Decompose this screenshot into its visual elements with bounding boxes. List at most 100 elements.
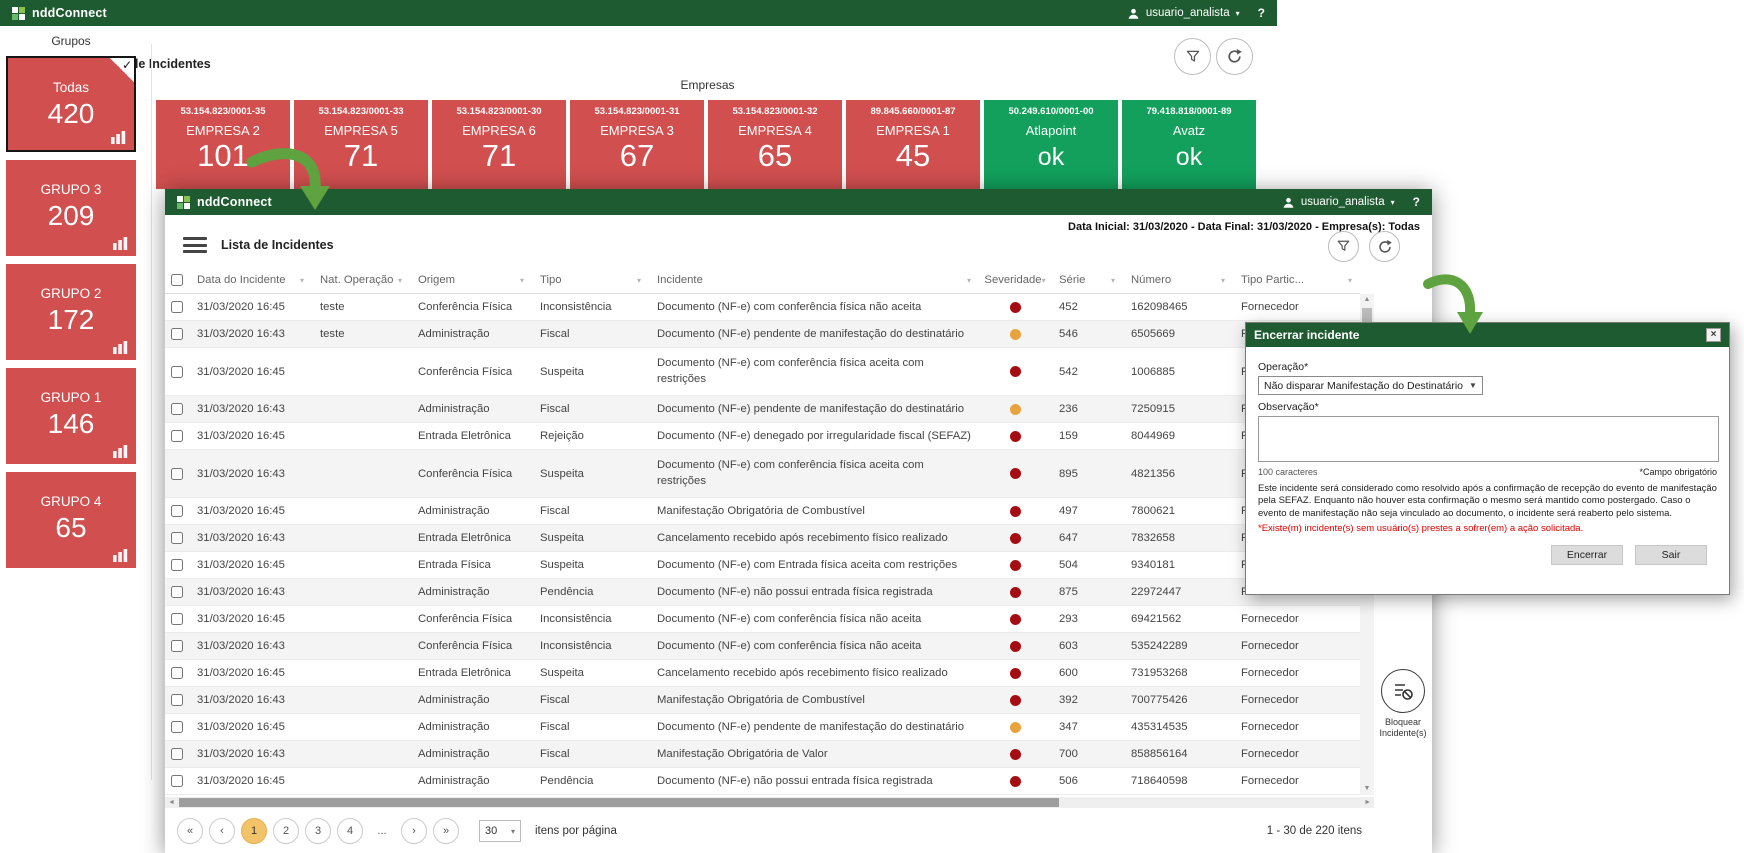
row-checkbox[interactable]: [171, 430, 183, 442]
cell-origem: Administração: [410, 741, 532, 767]
cell-incidente: Cancelamento recebido após recebimento f…: [649, 660, 979, 686]
table-row[interactable]: 31/03/2020 16:43AdministraçãoPendênciaDo…: [165, 579, 1360, 606]
scroll-down-icon[interactable]: ▼: [1360, 783, 1374, 795]
company-card-empresa-4[interactable]: 53.154.823/0001-32EMPRESA 465: [708, 100, 842, 189]
menu-hamburger-icon[interactable]: [183, 237, 207, 253]
company-card-atlapoint[interactable]: 50.249.610/0001-00Atlapointok: [984, 100, 1118, 189]
row-checkbox[interactable]: [171, 613, 183, 625]
bloquear-incidentes-button[interactable]: [1381, 669, 1425, 713]
user-menu[interactable]: usuario_analista ▾ ?: [1282, 195, 1420, 209]
help-button[interactable]: ?: [1413, 195, 1420, 209]
column-header-s-rie[interactable]: Série▾: [1051, 267, 1123, 293]
table-row[interactable]: 31/03/2020 16:45Conferência FísicaSuspei…: [165, 348, 1360, 396]
row-checkbox[interactable]: [171, 586, 183, 598]
table-row[interactable]: 31/03/2020 16:45AdministraçãoPendênciaDo…: [165, 768, 1360, 795]
modal-body: Operação* Não disparar Manifestação do D…: [1246, 347, 1729, 575]
page-button-3[interactable]: 3: [305, 818, 331, 844]
company-card-empresa-3[interactable]: 53.154.823/0001-31EMPRESA 367: [570, 100, 704, 189]
table-row[interactable]: 31/03/2020 16:45Entrada FísicaSuspeitaDo…: [165, 552, 1360, 579]
page-last-button[interactable]: »: [433, 818, 459, 844]
filter-button[interactable]: [1328, 231, 1359, 262]
row-checkbox[interactable]: [171, 667, 183, 679]
table-row[interactable]: 31/03/2020 16:45Conferência FísicaIncons…: [165, 606, 1360, 633]
group-card-grupo-4[interactable]: GRUPO 465: [6, 472, 136, 568]
cell-serie: 159: [1051, 423, 1123, 449]
refresh-button[interactable]: [1369, 231, 1400, 262]
row-checkbox[interactable]: [171, 694, 183, 706]
page-size-select[interactable]: 30 ▾: [479, 820, 521, 842]
help-button[interactable]: ?: [1258, 6, 1265, 20]
group-card-grupo-3[interactable]: GRUPO 3209: [6, 160, 136, 256]
user-menu[interactable]: usuario_analista ▾ ?: [1127, 6, 1265, 20]
company-card-empresa-2[interactable]: 53.154.823/0001-35EMPRESA 2101: [156, 100, 290, 189]
table-row[interactable]: 31/03/2020 16:43testeAdministraçãoFiscal…: [165, 321, 1360, 348]
operacao-select[interactable]: Não disparar Manifestação do Destinatári…: [1258, 376, 1483, 395]
column-header-origem[interactable]: Origem▾: [410, 267, 532, 293]
row-checkbox[interactable]: [171, 505, 183, 517]
row-checkbox[interactable]: [171, 532, 183, 544]
table-row[interactable]: 31/03/2020 16:43AdministraçãoFiscalManif…: [165, 741, 1360, 768]
cell-severidade: [979, 423, 1051, 449]
row-checkbox[interactable]: [171, 328, 183, 340]
page-first-button[interactable]: «: [177, 818, 203, 844]
cell-nat-operacao: [312, 450, 410, 497]
cell-numero: 9340181: [1123, 552, 1233, 578]
filter-button[interactable]: [1174, 38, 1211, 75]
cell-tipo: Suspeita: [532, 660, 649, 686]
page-next-button[interactable]: ›: [401, 818, 427, 844]
page-ellipsis[interactable]: ...: [369, 818, 395, 844]
select-all-checkbox[interactable]: [171, 274, 183, 286]
horizontal-scroll-thumb[interactable]: [179, 798, 1059, 807]
column-header-n-mero[interactable]: Número▾: [1123, 267, 1233, 293]
company-card-avatz[interactable]: 79.418.818/0001-89Avatzok: [1122, 100, 1256, 189]
cell-tipo-partic: Fornecedor: [1233, 768, 1360, 794]
column-header-nat-opera-o[interactable]: Nat. Operação▾: [312, 267, 410, 293]
row-checkbox[interactable]: [171, 748, 183, 760]
row-select-cell: [165, 606, 189, 632]
company-card-empresa-5[interactable]: 53.154.823/0001-33EMPRESA 571: [294, 100, 428, 189]
group-card-todas[interactable]: Todas420✓: [6, 56, 136, 152]
group-card-grupo-2[interactable]: GRUPO 2172: [6, 264, 136, 360]
modal-encerrar-button[interactable]: Encerrar: [1551, 545, 1623, 565]
table-row[interactable]: 31/03/2020 16:43Conferência FísicaSuspei…: [165, 450, 1360, 498]
row-checkbox[interactable]: [171, 559, 183, 571]
page-prev-button[interactable]: ‹: [209, 818, 235, 844]
row-checkbox[interactable]: [171, 721, 183, 733]
scroll-up-icon[interactable]: ▲: [1360, 294, 1374, 306]
group-card-grupo-1[interactable]: GRUPO 1146: [6, 368, 136, 464]
table-row[interactable]: 31/03/2020 16:45AdministraçãoFiscalManif…: [165, 498, 1360, 525]
close-icon[interactable]: ×: [1706, 328, 1721, 342]
row-checkbox[interactable]: [171, 640, 183, 652]
company-card-empresa-1[interactable]: 89.845.660/0001-87EMPRESA 145: [846, 100, 980, 189]
table-row[interactable]: 31/03/2020 16:43Conferência FísicaIncons…: [165, 633, 1360, 660]
refresh-button[interactable]: [1216, 38, 1253, 75]
row-checkbox[interactable]: [171, 403, 183, 415]
incident-text: Manifestação Obrigatória de Valor: [657, 748, 828, 760]
column-header-data-do-incidente[interactable]: Data do Incidente▾: [189, 267, 312, 293]
observacao-textarea[interactable]: [1258, 416, 1719, 462]
row-checkbox[interactable]: [171, 775, 183, 787]
table-row[interactable]: 31/03/2020 16:45Entrada EletrônicaSuspei…: [165, 660, 1360, 687]
horizontal-scrollbar[interactable]: ◄ ►: [165, 797, 1374, 808]
row-checkbox[interactable]: [171, 468, 183, 480]
scroll-right-icon[interactable]: ►: [1364, 797, 1371, 808]
table-row[interactable]: 31/03/2020 16:45Entrada EletrônicaRejeiç…: [165, 423, 1360, 450]
table-row[interactable]: 31/03/2020 16:43AdministraçãoFiscalManif…: [165, 687, 1360, 714]
page-button-4[interactable]: 4: [337, 818, 363, 844]
table-row[interactable]: 31/03/2020 16:45AdministraçãoFiscalDocum…: [165, 714, 1360, 741]
row-checkbox[interactable]: [171, 366, 183, 378]
company-card-empresa-6[interactable]: 53.154.823/0001-30EMPRESA 671: [432, 100, 566, 189]
table-row[interactable]: 31/03/2020 16:45testeConferência FísicaI…: [165, 294, 1360, 321]
table-row[interactable]: 31/03/2020 16:43Entrada EletrônicaSuspei…: [165, 525, 1360, 552]
column-header-incidente[interactable]: Incidente▾: [649, 267, 979, 293]
table-row[interactable]: 31/03/2020 16:43AdministraçãoFiscalDocum…: [165, 396, 1360, 423]
ndd-logo-icon: [12, 7, 25, 20]
column-header-tipo[interactable]: Tipo▾: [532, 267, 649, 293]
scroll-left-icon[interactable]: ◄: [168, 797, 175, 808]
column-header-severidade[interactable]: Severidade▾: [979, 267, 1051, 293]
row-checkbox[interactable]: [171, 301, 183, 313]
page-button-1[interactable]: 1: [241, 818, 267, 844]
column-header-tipo-partic-[interactable]: Tipo Partic...▾: [1233, 267, 1360, 293]
page-button-2[interactable]: 2: [273, 818, 299, 844]
modal-sair-button[interactable]: Sair: [1635, 545, 1707, 565]
